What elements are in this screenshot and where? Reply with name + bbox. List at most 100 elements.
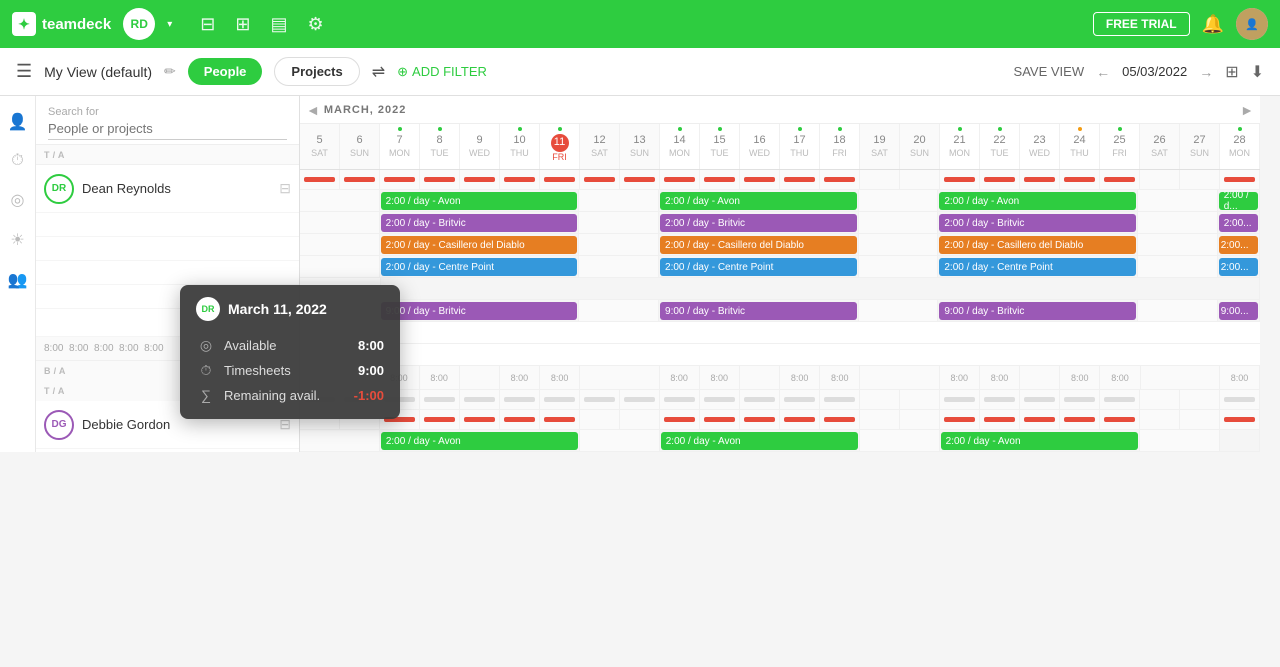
month-next-arrow[interactable]: ► bbox=[1240, 102, 1254, 118]
day-col-24: 24THU bbox=[1060, 124, 1100, 169]
britvic-bar-2[interactable]: 2:00 / day - Britvic bbox=[660, 214, 857, 232]
centrepoint-bar-1[interactable]: 2:00 / day - Centre Point bbox=[381, 258, 578, 276]
timeline-area: ◄ MARCH, 2022 ► 5SAT 6SUN 7MON 8TUE 9WED… bbox=[300, 96, 1280, 452]
ba-label: B / A bbox=[44, 366, 66, 376]
debbie-avon-row: 2:00 / day - Avon 2:00 / day - Avon 2:00… bbox=[300, 430, 1260, 452]
date-next-arrow[interactable]: → bbox=[1199, 64, 1213, 80]
month-prev-arrow[interactable]: ◄ bbox=[306, 102, 320, 118]
avon-bar-1[interactable]: 2:00 / day - Avon bbox=[381, 192, 578, 210]
tooltip-popup: DR March 11, 2022 ◎ Available 8:00 ⏱ Tim… bbox=[300, 285, 400, 419]
dean-centrepoint-row: 2:00 / day - Centre Point 2:00 / day - C… bbox=[300, 256, 1260, 278]
tooltip-available-row: ◎ Available 8:00 bbox=[300, 333, 384, 358]
day-col-10: 10THU bbox=[500, 124, 540, 169]
day-col-7: 7MON bbox=[380, 124, 420, 169]
debbie-avon-bar-1[interactable]: 2:00 / day - Avon bbox=[381, 432, 578, 450]
group-icon[interactable]: 👥 bbox=[8, 270, 28, 290]
user-avatar[interactable]: 👤 bbox=[1236, 8, 1268, 40]
day-col-8: 8TUE bbox=[420, 124, 460, 169]
dean-options-icon[interactable]: ⊟ bbox=[279, 180, 291, 197]
avon-bar-4[interactable]: 2:00 / d... bbox=[1219, 192, 1258, 210]
blank-row-1 bbox=[300, 278, 1260, 300]
day-col-5: 5SAT bbox=[300, 124, 340, 169]
day-col-15: 15TUE bbox=[700, 124, 740, 169]
timesheet-britvic-bar-3[interactable]: 9:00 / day - Britvic bbox=[939, 302, 1136, 320]
person-icon[interactable]: 👤 bbox=[8, 112, 28, 132]
date-prev-arrow[interactable]: ← bbox=[1096, 64, 1110, 80]
free-trial-button[interactable]: FREE TRIAL bbox=[1093, 12, 1190, 36]
dean-event-spacer-1 bbox=[36, 213, 299, 237]
casillero-bar-2[interactable]: 2:00 / day - Casillero del Diablo bbox=[660, 236, 857, 254]
day-col-19: 19SAT bbox=[860, 124, 900, 169]
bookmarks-icon[interactable]: ⊟ bbox=[200, 14, 215, 35]
nav-icons: ⊟ ⊞ ▤ ⚙ bbox=[200, 14, 323, 35]
search-box: Search for bbox=[36, 96, 299, 145]
centrepoint-bar-4[interactable]: 2:00... bbox=[1219, 258, 1258, 276]
day-col-27: 27SUN bbox=[1180, 124, 1220, 169]
search-input[interactable] bbox=[48, 118, 287, 140]
casillero-bar-4[interactable]: 2:00... bbox=[1219, 236, 1258, 254]
date-range-label: 05/03/2022 bbox=[1122, 64, 1187, 79]
day-col-26: 26SAT bbox=[1140, 124, 1180, 169]
timesheet-britvic-bar-4[interactable]: 9:00... bbox=[1219, 302, 1258, 320]
timesheet-britvic-bar-2[interactable]: 9:00 / day - Britvic bbox=[660, 302, 857, 320]
britvic-bar-1[interactable]: 2:00 / day - Britvic bbox=[381, 214, 578, 232]
tooltip-header: DR March 11, 2022 bbox=[300, 297, 384, 321]
britvic-bar-4[interactable]: 2:00... bbox=[1219, 214, 1258, 232]
tooltip-remaining-label: Remaining avail. bbox=[300, 388, 346, 403]
casillero-bar-3[interactable]: 2:00 / day - Casillero del Diablo bbox=[939, 236, 1136, 254]
compass-icon[interactable]: ◎ bbox=[11, 190, 25, 210]
filter-icon[interactable]: ⇌ bbox=[372, 62, 385, 82]
people-button[interactable]: People bbox=[188, 58, 263, 85]
avon-bar-3[interactable]: 2:00 / day - Avon bbox=[939, 192, 1136, 210]
user-avatar-initials[interactable]: RD bbox=[123, 8, 155, 40]
save-view-button[interactable]: SAVE VIEW bbox=[1014, 64, 1085, 79]
clock-icon[interactable]: ⏱ bbox=[11, 152, 23, 170]
main-body: 👤 ⏱ ◎ ☀ 👥 Search for T / A DR Dean Reyno… bbox=[0, 96, 1280, 452]
grid-icon[interactable]: ⊞ bbox=[235, 14, 250, 35]
blank-row-2 bbox=[300, 322, 1260, 344]
month-label: MARCH, 2022 bbox=[324, 104, 407, 116]
tooltip-timesheets-label: Timesheets bbox=[300, 363, 350, 378]
tooltip-available-value: 8:00 bbox=[358, 338, 384, 353]
left-sidebar-icons: 👤 ⏱ ◎ ☀ 👥 bbox=[0, 96, 36, 452]
avon-bar-2[interactable]: 2:00 / day - Avon bbox=[660, 192, 857, 210]
day-col-13: 13SUN bbox=[620, 124, 660, 169]
user-menu-chevron[interactable]: ▾ bbox=[167, 19, 172, 30]
ba-metric-bars bbox=[300, 390, 1260, 410]
day-col-17: 17THU bbox=[780, 124, 820, 169]
debbie-avatar: DG bbox=[44, 410, 74, 440]
add-filter-button[interactable]: ⊕ ADD FILTER bbox=[397, 64, 487, 80]
day-col-12: 12SAT bbox=[580, 124, 620, 169]
tooltip-timesheets-value: 9:00 bbox=[358, 363, 384, 378]
casillero-bar-1[interactable]: 2:00 / day - Casillero del Diablo bbox=[381, 236, 578, 254]
download-icon[interactable]: ⬇ bbox=[1251, 62, 1264, 82]
tooltip-timesheets-row: ⏱ Timesheets 9:00 bbox=[300, 358, 384, 383]
settings-icon[interactable]: ⚙ bbox=[307, 14, 323, 35]
timesheet-britvic-bar-1[interactable]: 9:00 / day - Britvic bbox=[381, 302, 578, 320]
tooltip-available-label: Available bbox=[300, 338, 350, 353]
calendar-view-icon[interactable]: ⊞ bbox=[1225, 62, 1238, 82]
day-col-16: 16WED bbox=[740, 124, 780, 169]
debbie-avon-bar-2[interactable]: 2:00 / day - Avon bbox=[661, 432, 858, 450]
centrepoint-bar-2[interactable]: 2:00 / day - Centre Point bbox=[660, 258, 857, 276]
tooltip-remaining-row: ∑ Remaining avail. -1:00 bbox=[300, 383, 384, 407]
hamburger-icon[interactable]: ☰ bbox=[16, 61, 32, 82]
notifications-icon[interactable]: 🔔 bbox=[1202, 14, 1224, 35]
britvic-bar-3[interactable]: 2:00 / day - Britvic bbox=[939, 214, 1136, 232]
day-col-18: 18FRI bbox=[820, 124, 860, 169]
sun-icon[interactable]: ☀ bbox=[10, 230, 24, 250]
day-col-23: 23WED bbox=[1020, 124, 1060, 169]
tooltip-remaining-value: -1:00 bbox=[354, 388, 384, 403]
projects-button[interactable]: Projects bbox=[274, 57, 359, 86]
logo[interactable]: ✦ teamdeck bbox=[12, 12, 111, 36]
ta-metric-bars-top bbox=[300, 170, 1260, 190]
dean-avon-row: 2:00 / day - Avon 2:00 / day - Avon 2:00… bbox=[300, 190, 1260, 212]
edit-view-icon[interactable]: ✏ bbox=[164, 63, 176, 80]
chart-icon[interactable]: ▤ bbox=[270, 14, 287, 35]
sub-navigation: ☰ My View (default) ✏ People Projects ⇌ … bbox=[0, 48, 1280, 96]
month-header: ◄ MARCH, 2022 ► bbox=[300, 96, 1260, 124]
debbie-avon-bar-3[interactable]: 2:00 / day - Avon bbox=[941, 432, 1138, 450]
person-row-dean: DR Dean Reynolds ⊟ bbox=[36, 165, 299, 213]
centrepoint-bar-3[interactable]: 2:00 / day - Centre Point bbox=[939, 258, 1136, 276]
availability-numbers-row: 8:00 8:00 8:00 8:00 8:00 8:00 8:00 8:00 … bbox=[300, 366, 1260, 390]
